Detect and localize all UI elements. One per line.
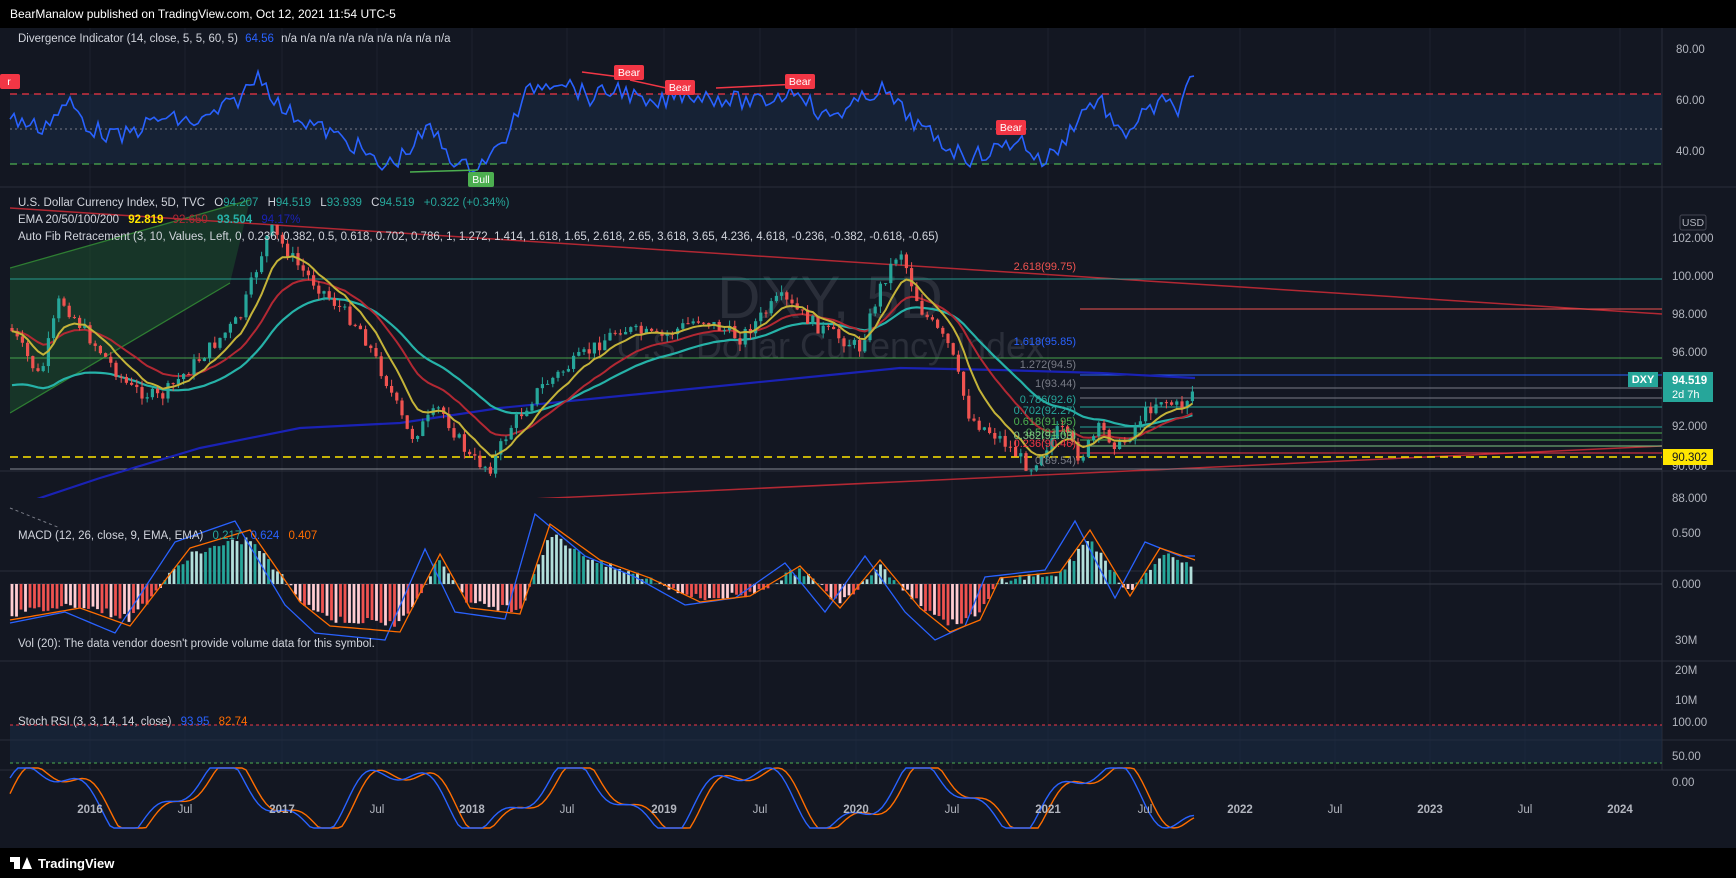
time-axis-label: Jul [178, 804, 193, 816]
price-tick: 88.000 [1672, 493, 1707, 505]
fib-label: 1.618(95.85) [1014, 336, 1076, 348]
bear-label-cut: r [0, 74, 20, 89]
divergence-tick: 80.00 [1676, 44, 1705, 56]
time-axis-label: Jul [1138, 804, 1153, 816]
time-axis-label: 2019 [651, 804, 677, 816]
time-axis-label: 2024 [1607, 804, 1633, 816]
price-tick: 96.000 [1672, 347, 1707, 359]
time-axis-label: 2023 [1417, 804, 1443, 816]
macd-tick: 0.500 [1672, 528, 1701, 540]
tradingview-logo-icon [10, 857, 32, 869]
time-axis-label: Jul [1518, 804, 1533, 816]
time-axis-label: 2016 [77, 804, 103, 816]
divergence-tick: 40.00 [1676, 146, 1705, 158]
stoch-band [10, 725, 1662, 763]
bull-label: Bull [468, 172, 494, 187]
volume-message: Vol (20): The data vendor doesn't provid… [18, 638, 375, 650]
price-tick: 102.000 [1672, 233, 1714, 245]
time-axis-label: Jul [945, 804, 960, 816]
time-axis-label: 2020 [843, 804, 869, 816]
time-axis-label: 2018 [459, 804, 485, 816]
price-tick: 100.000 [1672, 271, 1714, 283]
svg-text:Bear: Bear [669, 82, 692, 94]
fib-label: 0.236(90.46) [1014, 438, 1076, 450]
bear-label: Bear [665, 80, 695, 95]
tradingview-footer[interactable]: TradingView [0, 848, 1736, 878]
time-axis-label: Jul [753, 804, 768, 816]
svg-text:94.519: 94.519 [1672, 375, 1707, 387]
fib-legend[interactable]: Auto Fib Retracement (3, 10, Values, Lef… [18, 231, 939, 243]
price-tick: 92.000 [1672, 421, 1707, 433]
fib-label: 0(89.54) [1035, 455, 1076, 467]
chart-area[interactable]: Bear Bear Bear Bear Bull r Divergence In… [0, 28, 1736, 848]
svg-text:Bear: Bear [789, 76, 812, 88]
divergence-tick: 60.00 [1676, 95, 1705, 107]
divergence-legend[interactable]: Divergence Indicator (14, close, 5, 5, 6… [18, 33, 451, 45]
published-header: BearManalow published on TradingView.com… [0, 0, 1736, 28]
svg-text:r: r [7, 76, 11, 88]
svg-text:2d 7h: 2d 7h [1672, 389, 1700, 401]
footer-brand: TradingView [38, 855, 115, 871]
volume-tick: 30M [1675, 635, 1697, 647]
svg-text:90.302: 90.302 [1672, 452, 1707, 464]
price-tick: 98.000 [1672, 309, 1707, 321]
fib-label: 1(93.44) [1035, 378, 1076, 390]
time-axis-label: Jul [560, 804, 575, 816]
currency-badge: USD [1679, 214, 1707, 231]
svg-text:Bear: Bear [618, 67, 641, 79]
macd-legend[interactable]: MACD (12, 26, close, 9, EMA, EMA) 0.217 … [18, 530, 317, 542]
stoch-tick: 0.00 [1672, 777, 1694, 789]
volume-tick: 20M [1675, 665, 1697, 677]
fib-label: 2.618(99.75) [1014, 261, 1076, 273]
bear-label: Bear [614, 65, 644, 80]
stoch-tick: 50.00 [1672, 751, 1701, 763]
volume-tick: 10M [1675, 695, 1697, 707]
time-axis-label: Jul [1328, 804, 1343, 816]
svg-text:DXY: DXY [1632, 374, 1655, 386]
svg-text:Bull: Bull [472, 174, 490, 186]
time-axis-label: 2021 [1035, 804, 1061, 816]
fib-label: 1.272(94.5) [1020, 359, 1076, 371]
svg-text:USD: USD [1682, 217, 1705, 229]
time-axis-label: 2017 [269, 804, 295, 816]
bear-label: Bear [785, 74, 815, 89]
time-axis-label: Jul [370, 804, 385, 816]
stoch-tick: 100.00 [1672, 717, 1707, 729]
svg-text:Bear: Bear [1000, 122, 1023, 134]
line-price-badge: 90.302 [1663, 449, 1713, 465]
bear-label: Bear [996, 120, 1026, 135]
time-axis-label: 2022 [1227, 804, 1253, 816]
macd-tick: 0.000 [1672, 579, 1701, 591]
